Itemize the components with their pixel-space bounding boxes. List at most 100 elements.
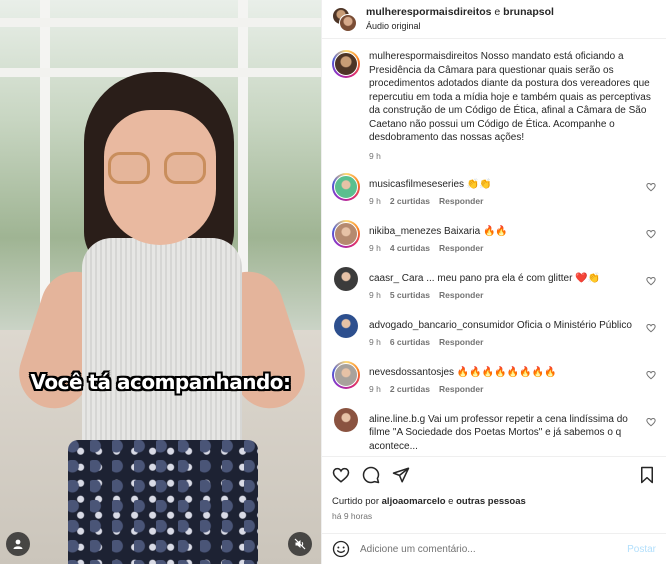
comment-item: advogado_bancario_consumidor Oficia o Mi… bbox=[332, 313, 656, 361]
comment-meta: 9 h 4 curtidas Responder bbox=[369, 243, 636, 253]
reply-button[interactable]: Responder bbox=[439, 384, 483, 394]
comment-username[interactable]: caasr_ bbox=[369, 273, 399, 284]
comment-body: nevesdossantosjes 🔥🔥🔥🔥🔥🔥🔥🔥 9 h 2 curtidas R… bbox=[369, 361, 656, 408]
heart-icon[interactable] bbox=[646, 182, 656, 192]
liked-user[interactable]: aljoaomarcelo bbox=[382, 496, 446, 507]
video-player[interactable]: Você tá acompanhando: bbox=[0, 0, 321, 564]
comment-content: Baixaria 🔥🔥 bbox=[444, 225, 508, 237]
video-caption: Você tá acompanhando: bbox=[30, 370, 291, 394]
comment-content: Cara ... meu pano pra ela é com glitter … bbox=[401, 272, 601, 284]
person-top bbox=[82, 238, 242, 468]
avatar bbox=[334, 174, 358, 199]
emoji-button[interactable] bbox=[332, 540, 350, 558]
comment-content: 👏👏 bbox=[466, 178, 492, 190]
mute-icon bbox=[294, 538, 306, 550]
liked-by: Curtido por aljoaomarcelo e outras pesso… bbox=[322, 493, 666, 507]
mute-button[interactable] bbox=[288, 532, 312, 556]
comment-time[interactable]: 9 h bbox=[369, 290, 381, 300]
comment-meta: 9 h 5 curtidas Responder bbox=[369, 290, 636, 300]
author-link[interactable]: brunapsol bbox=[503, 6, 554, 18]
person-skirt bbox=[68, 440, 258, 564]
reply-button[interactable]: Responder bbox=[439, 290, 483, 300]
comment-item: nikiba_menezes Baixaria 🔥🔥 9 h 4 curtidas R… bbox=[332, 219, 656, 267]
post-actions: Curtido por aljoaomarcelo e outras pesso… bbox=[322, 456, 666, 564]
story-ring[interactable] bbox=[332, 50, 360, 78]
comment-text: caasr_ Cara ... meu pano pra ela é com g… bbox=[369, 267, 636, 286]
collab-avatars[interactable] bbox=[332, 7, 357, 32]
avatar[interactable] bbox=[334, 313, 358, 338]
comment-username[interactable]: advogado_bancario_consumidor bbox=[369, 320, 514, 331]
heart-icon[interactable] bbox=[646, 417, 656, 427]
add-comment-bar: Postar bbox=[322, 533, 666, 564]
liked-prefix: Curtido por bbox=[332, 496, 382, 507]
posted-time[interactable]: há 9 horas bbox=[322, 507, 666, 521]
author-separator: e bbox=[491, 6, 504, 18]
heart-icon[interactable] bbox=[646, 276, 656, 286]
comment-body: nikiba_menezes Baixaria 🔥🔥 9 h 4 curtidas R… bbox=[369, 220, 656, 267]
comment-text: nikiba_menezes Baixaria 🔥🔥 bbox=[369, 220, 636, 239]
comment-body: musicasfilmeseseries 👏👏 9 h 2 curtidas Resp… bbox=[369, 173, 656, 220]
action-icons bbox=[322, 457, 666, 493]
story-ring[interactable] bbox=[332, 360, 360, 389]
caption-text: mulherespormaisdireitos Nosso mandato es… bbox=[369, 50, 656, 145]
comment-likes[interactable]: 5 curtidas bbox=[390, 290, 430, 300]
avatar bbox=[334, 362, 358, 387]
comment-time[interactable]: 9 h bbox=[369, 196, 381, 206]
post-panel: mulherespormaisdireitos e brunapsol Áudi… bbox=[321, 0, 666, 564]
share-icon bbox=[392, 467, 410, 483]
like-button[interactable] bbox=[331, 465, 351, 485]
comment-item: caasr_ Cara ... meu pano pra ela é com g… bbox=[332, 266, 656, 314]
comment-username[interactable]: aline.line.b.g bbox=[369, 414, 425, 425]
comment-time[interactable]: 9 h bbox=[369, 384, 381, 394]
comment-text: musicasfilmeseseries 👏👏 bbox=[369, 173, 636, 192]
comments-list[interactable]: mulherespormaisdireitos Nosso mandato es… bbox=[322, 40, 666, 456]
comment-likes[interactable]: 2 curtidas bbox=[390, 384, 430, 394]
heart-icon[interactable] bbox=[646, 323, 656, 333]
reply-button[interactable]: Responder bbox=[439, 243, 483, 253]
header-title: mulherespormaisdireitos e brunapsol bbox=[366, 5, 554, 19]
comment-icon bbox=[362, 466, 380, 484]
comment-likes[interactable]: 2 curtidas bbox=[390, 196, 430, 206]
comment-username[interactable]: musicasfilmeseseries bbox=[369, 179, 464, 190]
comment-likes[interactable]: 4 curtidas bbox=[390, 243, 430, 253]
comment-input[interactable] bbox=[360, 543, 628, 555]
comment-time[interactable]: 9 h bbox=[369, 337, 381, 347]
heart-icon[interactable] bbox=[646, 229, 656, 239]
liked-suffix: e bbox=[445, 496, 457, 507]
reply-button[interactable]: Responder bbox=[439, 196, 483, 206]
comment-body: advogado_bancario_consumidor Oficia o Mi… bbox=[369, 314, 656, 361]
avatar bbox=[339, 14, 357, 32]
comment-meta: 9 h 2 curtidas Responder bbox=[369, 384, 636, 394]
avatar[interactable] bbox=[334, 266, 358, 291]
post-comment-button[interactable]: Postar bbox=[627, 544, 656, 555]
caption-time: 9 h bbox=[369, 150, 381, 161]
bookmark-icon bbox=[641, 466, 653, 484]
tagged-users-button[interactable] bbox=[6, 532, 30, 556]
story-ring[interactable] bbox=[332, 172, 360, 201]
avatar[interactable] bbox=[334, 407, 358, 432]
comment-content: Oficia o Ministério Público bbox=[516, 319, 632, 331]
comment-button[interactable] bbox=[361, 465, 381, 485]
comment-time[interactable]: 9 h bbox=[369, 243, 381, 253]
liked-others[interactable]: outras pessoas bbox=[456, 496, 526, 507]
comment-username[interactable]: nevesdossantosjes bbox=[369, 367, 454, 378]
save-button[interactable] bbox=[637, 465, 657, 485]
heart-icon bbox=[332, 467, 350, 483]
glasses bbox=[164, 152, 206, 184]
share-button[interactable] bbox=[391, 465, 411, 485]
story-ring[interactable] bbox=[332, 219, 360, 248]
comment-item: nevesdossantosjes 🔥🔥🔥🔥🔥🔥🔥🔥 9 h 2 curtidas R… bbox=[332, 360, 656, 408]
comment-meta: 9 h 6 curtidas Responder bbox=[369, 337, 636, 347]
audio-label[interactable]: Áudio original bbox=[366, 19, 554, 33]
reply-button[interactable]: Responder bbox=[439, 337, 483, 347]
caption-username[interactable]: mulherespormaisdireitos bbox=[369, 51, 478, 62]
comment-username[interactable]: nikiba_menezes bbox=[369, 226, 441, 237]
heart-icon[interactable] bbox=[646, 370, 656, 380]
comment-item: aline.line.b.g Vai um professor repetir … bbox=[332, 407, 656, 455]
comment-likes[interactable]: 6 curtidas bbox=[390, 337, 430, 347]
author-link[interactable]: mulherespormaisdireitos bbox=[366, 6, 491, 18]
glasses bbox=[108, 152, 150, 184]
comment-meta: 9 h 2 curtidas Responder bbox=[369, 196, 636, 206]
header-names: mulherespormaisdireitos e brunapsol Áudi… bbox=[366, 5, 554, 33]
post-header: mulherespormaisdireitos e brunapsol Áudi… bbox=[322, 0, 666, 39]
